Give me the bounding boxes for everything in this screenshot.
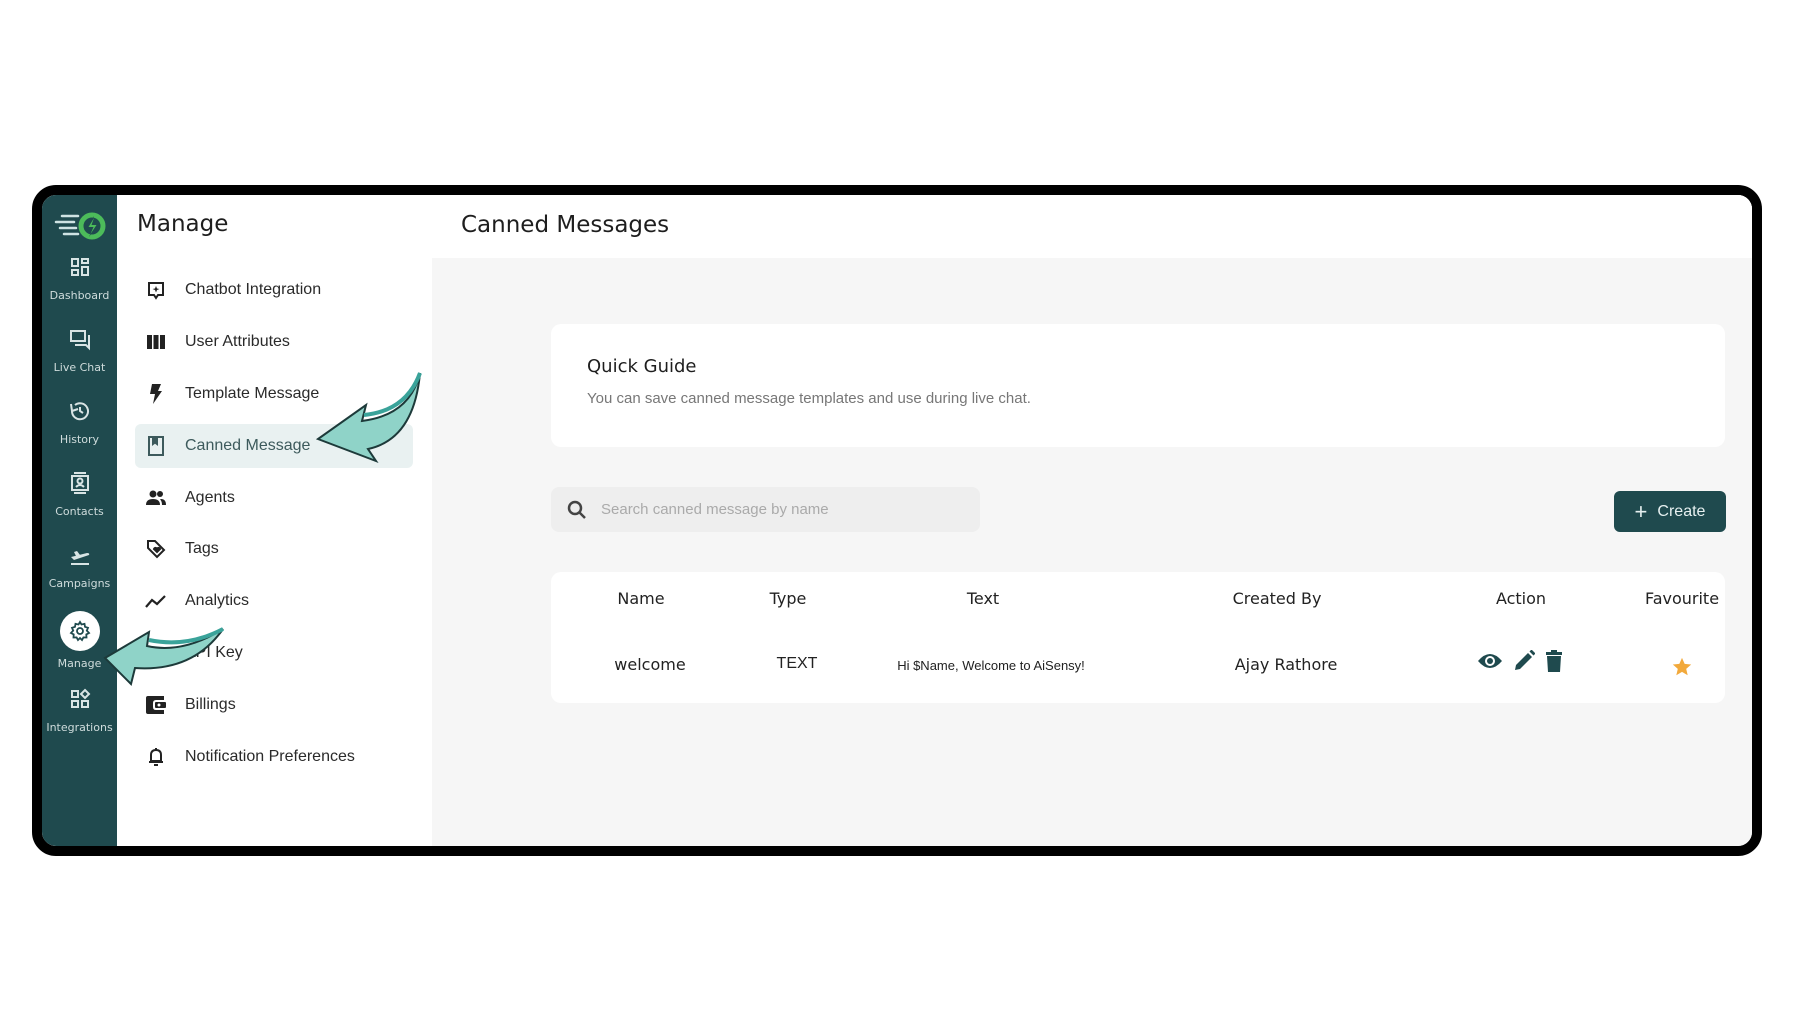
pencil-icon xyxy=(1515,650,1535,670)
rail-item-campaigns[interactable]: Campaigns xyxy=(42,539,117,590)
edit-button[interactable] xyxy=(1513,650,1535,672)
column-header-favourite[interactable]: Favourite xyxy=(1645,589,1719,608)
menu-item-notification-preferences[interactable]: Notification Preferences xyxy=(135,735,413,779)
column-header-created-by[interactable]: Created By xyxy=(1233,589,1322,608)
rail-item-contacts[interactable]: Contacts xyxy=(42,467,117,518)
star-icon xyxy=(1672,657,1692,676)
dashboard-icon xyxy=(70,258,89,276)
aisensy-logo[interactable] xyxy=(52,209,108,243)
rail-label: Contacts xyxy=(55,505,104,518)
view-button[interactable] xyxy=(1477,652,1503,670)
integrations-icon xyxy=(70,688,90,708)
menu-label: API Key xyxy=(185,644,243,661)
page-header: Canned Messages xyxy=(432,195,1752,258)
campaigns-icon xyxy=(70,551,89,565)
analytics-icon xyxy=(145,595,166,608)
menu-label: Notification Preferences xyxy=(185,748,355,765)
tag-icon xyxy=(147,540,166,559)
canned-messages-table: Name Type Text Created By Action Favouri… xyxy=(551,572,1725,703)
rail-label: History xyxy=(59,433,100,446)
menu-item-billings[interactable]: Billings xyxy=(135,683,413,727)
icon-rail: Dashboard Live Chat History Contacts Cam… xyxy=(42,195,117,846)
menu-label: Template Message xyxy=(185,385,320,402)
contacts-icon xyxy=(70,472,89,494)
menu-label: Canned Message xyxy=(185,437,311,454)
bookmark-icon xyxy=(148,436,164,456)
menu-label: Chatbot Integration xyxy=(185,281,322,298)
chat-icon xyxy=(69,330,90,351)
gear-icon xyxy=(69,620,90,642)
menu-item-template-message[interactable]: Template Message xyxy=(135,372,413,416)
rail-label: Live Chat xyxy=(53,361,106,374)
bolt-icon xyxy=(150,384,162,404)
search-input[interactable] xyxy=(599,500,963,519)
cell-type: TEXT xyxy=(776,655,818,672)
cell-text: Hi $Name, Welcome to AiSensy! xyxy=(897,658,1085,673)
rail-item-integrations[interactable]: Integrations xyxy=(42,683,117,734)
menu-item-tags[interactable]: Tags xyxy=(135,527,413,571)
quick-guide-description: You can save canned message templates an… xyxy=(587,390,1031,407)
panel-title: Manage xyxy=(137,211,229,237)
menu-item-agents[interactable]: Agents xyxy=(135,476,413,520)
cell-created-by: Ajay Rathore xyxy=(1234,655,1338,674)
rail-label: Manage xyxy=(57,657,102,670)
agents-icon xyxy=(146,490,166,505)
cell-name: welcome xyxy=(614,655,686,674)
menu-label: Tags xyxy=(185,540,219,557)
column-header-type[interactable]: Type xyxy=(770,589,807,608)
plus-icon: + xyxy=(1634,498,1648,524)
create-label: Create xyxy=(1657,502,1706,520)
history-icon xyxy=(69,402,89,421)
menu-label: Agents xyxy=(185,489,235,506)
menu-item-user-attributes[interactable]: User Attributes xyxy=(135,320,413,364)
search-box xyxy=(551,487,980,532)
column-header-action: Action xyxy=(1495,589,1547,608)
main-content: Canned Messages Quick Guide You can save… xyxy=(432,195,1752,846)
chatbot-icon xyxy=(148,282,164,300)
menu-item-analytics[interactable]: Analytics xyxy=(135,579,413,623)
menu-item-chatbot-integration[interactable]: Chatbot Integration xyxy=(135,268,413,312)
menu-label: Billings xyxy=(185,696,236,713)
rail-label: Dashboard xyxy=(49,289,110,302)
column-header-text[interactable]: Text xyxy=(967,589,999,608)
rail-item-history[interactable]: History xyxy=(42,395,117,446)
bell-icon xyxy=(149,748,163,766)
menu-item-canned-message[interactable]: Canned Message xyxy=(135,424,413,468)
search-icon xyxy=(567,500,586,519)
quick-guide-card: Quick Guide You can save canned message … xyxy=(551,324,1725,447)
key-icon xyxy=(146,648,165,658)
rail-item-dashboard[interactable]: Dashboard xyxy=(42,251,117,302)
row-actions xyxy=(1477,650,1563,672)
menu-label: User Attributes xyxy=(185,333,290,350)
columns-icon xyxy=(147,335,165,349)
menu-label: Analytics xyxy=(185,592,250,609)
rail-item-live-chat[interactable]: Live Chat xyxy=(42,323,117,374)
menu-item-api-key[interactable]: API Key xyxy=(135,631,413,675)
wallet-icon xyxy=(146,696,166,714)
create-button[interactable]: + Create xyxy=(1614,491,1726,532)
page-title: Canned Messages xyxy=(461,212,670,238)
quick-guide-title: Quick Guide xyxy=(587,356,697,377)
delete-button[interactable] xyxy=(1545,650,1563,672)
rail-label: Campaigns xyxy=(48,577,111,590)
column-header-name[interactable]: Name xyxy=(617,589,664,608)
rail-item-manage[interactable]: Manage xyxy=(42,611,117,670)
app-window: Dashboard Live Chat History Contacts Cam… xyxy=(32,185,1762,856)
manage-panel: Manage Chatbot Integration User Attribut… xyxy=(117,195,433,846)
trash-icon xyxy=(1546,650,1562,672)
favourite-toggle[interactable] xyxy=(1671,656,1693,678)
rail-label: Integrations xyxy=(46,721,113,734)
eye-icon xyxy=(1478,654,1502,668)
